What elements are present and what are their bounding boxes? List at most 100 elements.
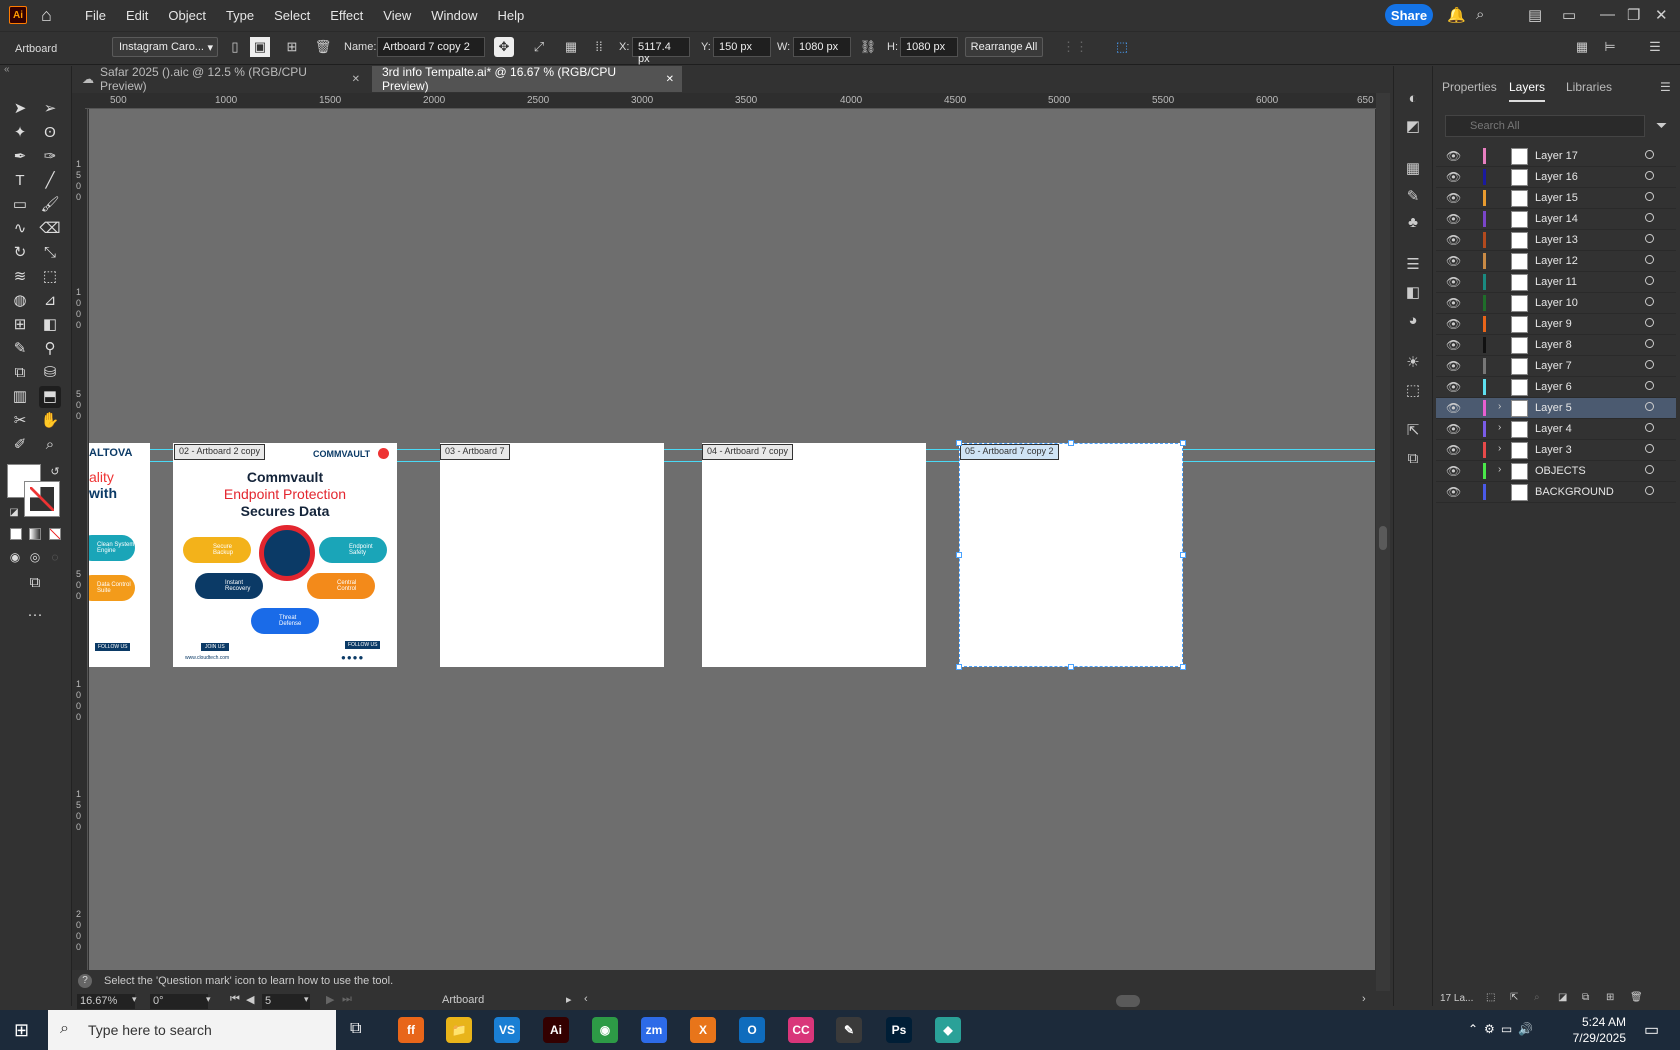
maximize-icon[interactable]: ❐ <box>1627 6 1640 24</box>
transform-panel-icon[interactable]: ⬚ <box>1112 37 1132 57</box>
artboard-options-icon[interactable]: ⤢ <box>529 37 549 57</box>
warp-tool-icon[interactable]: ≋ <box>9 266 31 288</box>
layer-row[interactable]: 👁 › Layer 3 <box>1436 440 1676 461</box>
taskbar-app-icon[interactable]: 📁 <box>446 1017 472 1043</box>
taskbar-app-icon[interactable]: Ai <box>543 1017 569 1043</box>
layer-row[interactable]: 👁 Layer 12 <box>1436 251 1676 272</box>
rectangle-tool-icon[interactable]: ▭ <box>9 194 31 216</box>
visibility-eye-icon[interactable]: 👁 <box>1446 212 1461 226</box>
preset-dropdown[interactable]: Instagram Caro... ▾ <box>112 37 218 57</box>
taskbar-app-icon[interactable]: ff <box>398 1017 424 1043</box>
layer-name[interactable]: Layer 17 <box>1535 150 1578 162</box>
taskbar-app-icon[interactable]: CC <box>788 1017 814 1043</box>
arrange-icon[interactable]: ▦ <box>1572 37 1592 57</box>
align-panel-icon[interactable]: ⊨ <box>1600 37 1620 57</box>
menu-window[interactable]: Window <box>421 8 487 23</box>
layer-name[interactable]: Layer 15 <box>1535 192 1578 204</box>
bell-icon[interactable]: 🔔 <box>1447 6 1466 24</box>
gradient-mode-icon[interactable] <box>29 528 41 540</box>
layer-name[interactable]: Layer 11 <box>1535 276 1577 288</box>
y-field[interactable]: 150 px <box>713 37 771 57</box>
layer-target-icon[interactable] <box>1645 276 1654 285</box>
grid-icon[interactable]: ⁞⁞ <box>589 37 609 57</box>
visibility-eye-icon[interactable]: 👁 <box>1446 422 1461 436</box>
vertical-ruler[interactable]: 15001000500500100015002000 <box>72 109 88 970</box>
symbol-sprayer-icon[interactable]: ⛁ <box>39 362 61 384</box>
layer-name[interactable]: Layer 13 <box>1535 234 1578 246</box>
panel-menu-icon[interactable]: ☰ <box>1660 80 1671 94</box>
shape-builder-icon[interactable]: ◍ <box>9 290 31 312</box>
layer-target-icon[interactable] <box>1645 465 1654 474</box>
color-icon[interactable]: ☀ <box>1402 352 1424 374</box>
menu-effect[interactable]: Effect <box>320 8 373 23</box>
stroke-icon[interactable]: ☰ <box>1402 254 1424 276</box>
layer-row[interactable]: 👁 BACKGROUND <box>1436 482 1676 503</box>
more-tools-icon[interactable]: ··· <box>24 604 46 626</box>
close-tab-icon[interactable]: ✕ <box>352 74 360 85</box>
scroll-right-icon[interactable]: › <box>1362 993 1366 1005</box>
taskbar-app-icon[interactable]: Ps <box>886 1017 912 1043</box>
visibility-eye-icon[interactable]: 👁 <box>1446 359 1461 373</box>
taskbar-app-icon[interactable]: ◆ <box>935 1017 961 1043</box>
draw-normal-icon[interactable]: ◉ <box>4 546 26 568</box>
windows-start-icon[interactable]: ⊞ <box>14 1020 29 1041</box>
share-button[interactable]: Share <box>1385 4 1433 26</box>
locate-object-icon[interactable]: ⌕ <box>1534 992 1540 1003</box>
artboard-03[interactable] <box>440 443 664 667</box>
stroke-swatch[interactable] <box>24 481 60 517</box>
artboard-label[interactable]: 02 - Artboard 2 copy <box>174 444 266 460</box>
next-artboard-icon[interactable]: ▶ <box>326 993 334 1006</box>
vertical-scroll-thumb[interactable] <box>1379 526 1387 550</box>
layer-target-icon[interactable] <box>1645 297 1654 306</box>
expand-chevron-icon[interactable]: › <box>1498 443 1501 454</box>
lasso-icon[interactable]: ʘ <box>39 122 61 144</box>
paintbrush-icon[interactable]: 🖌 <box>39 194 61 216</box>
portrait-icon[interactable]: ▯ <box>225 37 245 57</box>
menu-file[interactable]: File <box>75 8 116 23</box>
rearrange-all-button[interactable]: Rearrange All <box>965 37 1043 57</box>
tab-layers[interactable]: Layers <box>1509 80 1546 102</box>
taskbar-app-icon[interactable]: ✎ <box>836 1017 862 1043</box>
none-mode-icon[interactable] <box>49 528 61 540</box>
layer-row[interactable]: 👁 Layer 17 <box>1436 146 1676 167</box>
expand-chevron-icon[interactable]: › <box>1498 401 1501 412</box>
constrain-proportions-icon[interactable]: ⛓ <box>858 37 878 57</box>
scroll-left-icon[interactable]: ‹ <box>584 993 588 1005</box>
layer-target-icon[interactable] <box>1645 381 1654 390</box>
menu-object[interactable]: Object <box>158 8 216 23</box>
layer-row[interactable]: 👁 Layer 13 <box>1436 230 1676 251</box>
layer-row[interactable]: 👁 Layer 7 <box>1436 356 1676 377</box>
layer-target-icon[interactable] <box>1645 444 1654 453</box>
last-artboard-icon[interactable]: ⏭ <box>342 993 352 1006</box>
visibility-eye-icon[interactable]: 👁 <box>1446 191 1461 205</box>
clipping-mask-icon[interactable]: ◪ <box>1558 992 1567 1003</box>
visibility-eye-icon[interactable]: 👁 <box>1446 380 1461 394</box>
collect-export-icon[interactable]: ⬚ <box>1486 992 1495 1003</box>
layer-row[interactable]: 👁 › Layer 5 <box>1436 398 1676 419</box>
workspace-icon[interactable]: ▭ <box>1562 6 1576 24</box>
menu-select[interactable]: Select <box>264 8 320 23</box>
appearance-icon[interactable]: ◐ <box>1402 88 1424 110</box>
canvas[interactable]: ALTOVA ality with Clean System Engine Da… <box>89 109 1375 970</box>
gradient-icon[interactable]: ◧ <box>1402 282 1424 304</box>
layer-target-icon[interactable] <box>1645 423 1654 432</box>
artboard-label[interactable]: 03 - Artboard 7 <box>440 444 510 460</box>
chevron-down-icon[interactable]: ▾ <box>206 994 211 1005</box>
artboard-tool-icon[interactable]: ⬒ <box>39 386 61 408</box>
line-tool-icon[interactable]: ╱ <box>39 170 61 192</box>
zoom-field[interactable]: 16.67% <box>77 994 135 1009</box>
layer-name[interactable]: Layer 10 <box>1535 297 1578 309</box>
layer-name[interactable]: OBJECTS <box>1535 465 1586 477</box>
layer-row[interactable]: 👁 Layer 9 <box>1436 314 1676 335</box>
rotation-field[interactable]: 0° <box>150 994 208 1009</box>
layer-name[interactable]: Layer 3 <box>1535 444 1572 456</box>
home-icon[interactable]: ⌂ <box>41 6 61 24</box>
resize-handle[interactable] <box>1068 440 1074 446</box>
filter-icon[interactable]: ⏷ <box>1656 117 1667 134</box>
layer-row[interactable]: 👁 Layer 15 <box>1436 188 1676 209</box>
visibility-eye-icon[interactable]: 👁 <box>1446 170 1461 184</box>
brushes-icon[interactable]: ✎ <box>1402 186 1424 208</box>
visibility-eye-icon[interactable]: 👁 <box>1446 233 1461 247</box>
artboards-icon[interactable]: ⧉ <box>1402 448 1424 470</box>
menu-lines-icon[interactable]: ☰ <box>1645 37 1665 57</box>
